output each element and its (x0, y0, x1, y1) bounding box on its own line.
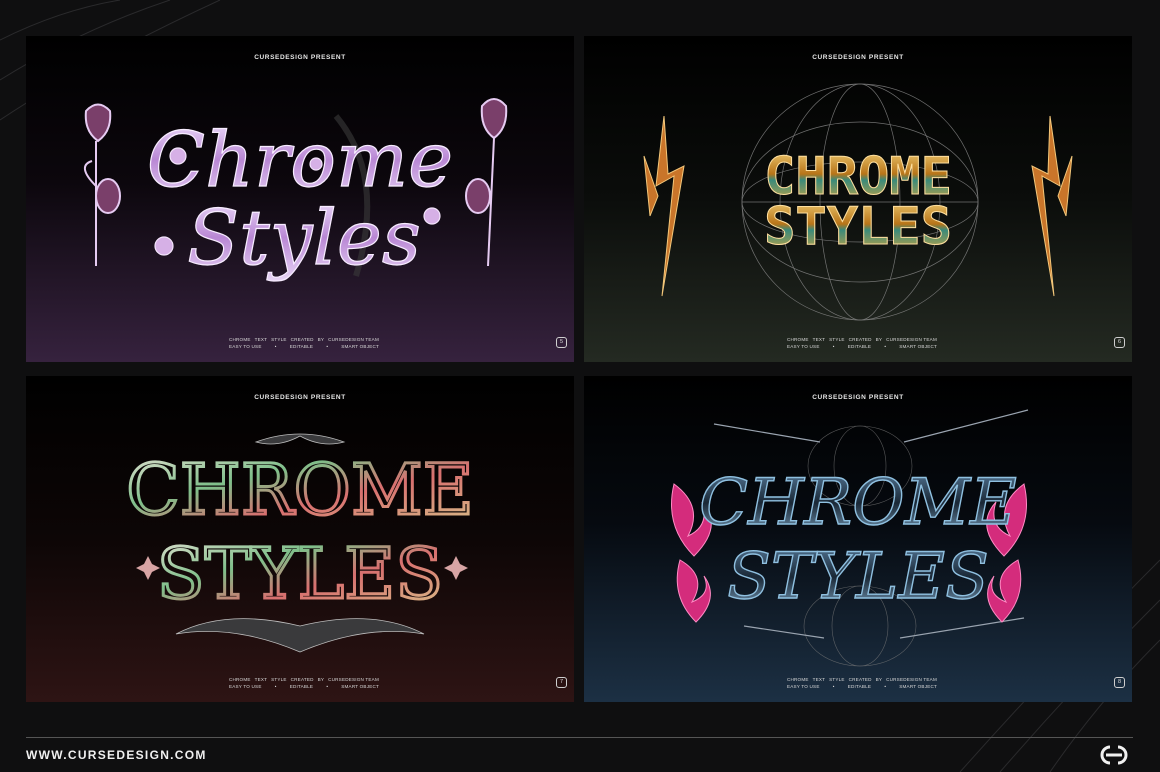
meta-word: CREATED (848, 677, 872, 682)
card-meta: CHROME TEXT STYLE CREATED BY CURSEDESIGN… (229, 676, 379, 690)
meta-bullet: • (832, 684, 835, 689)
meta-bullet: • (884, 684, 887, 689)
meta-bullet: • (326, 344, 329, 349)
title-line-1: CHROME (126, 449, 473, 531)
card-meta: CHROME TEXT STYLE CREATED BY CURSEDESIGN… (787, 336, 937, 350)
meta-word: CREATED (290, 337, 314, 342)
lightning-left-icon (643, 115, 685, 297)
card-meta: CHROME TEXT STYLE CREATED BY CURSEDESIGN… (229, 336, 379, 350)
preview-card-1: CURSEDESIGN PRESENT Chrome Styles CHROME… (26, 36, 574, 362)
card-number-badge: 8 (1114, 677, 1125, 688)
meta-bullet: • (274, 344, 277, 349)
meta-word: CHROME (229, 337, 251, 342)
meta-word: CURSEDESIGN TEAM (886, 337, 937, 342)
chrome-styles-tribal-artwork: CHROME STYLES (125, 433, 475, 653)
meta-word: BY (875, 677, 883, 682)
chrome-styles-globe-artwork: CHROME STYLES (643, 83, 1073, 321)
card-number-badge: 7 (556, 677, 567, 688)
meta-word: EDITABLE (289, 344, 314, 349)
meta-word: CURSEDESIGN TEAM (328, 677, 379, 682)
meta-word: EDITABLE (847, 344, 872, 349)
tribal-ornament-top-icon (254, 433, 346, 445)
title-line-2: STYLES (727, 540, 989, 614)
meta-bullet: • (274, 684, 277, 689)
meta-word: SMART OBJECT (899, 684, 937, 689)
meta-word: STYLE (271, 337, 287, 342)
meta-word: CREATED (290, 677, 314, 682)
footer-divider (26, 737, 1133, 738)
meta-word: BY (875, 337, 883, 342)
meta-word: TEXT (254, 677, 268, 682)
meta-word: EDITABLE (289, 684, 314, 689)
meta-word: SMART OBJECT (341, 344, 379, 349)
meta-word: CREATED (848, 337, 872, 342)
meta-word: CHROME (787, 337, 809, 342)
meta-bullet: • (884, 344, 887, 349)
meta-word: TEXT (812, 677, 826, 682)
footer-website-link[interactable]: WWW.CURSEDESIGN.COM (26, 748, 207, 762)
meta-bullet: • (832, 344, 835, 349)
meta-word: EDITABLE (847, 684, 872, 689)
cursedesign-logo-icon (1100, 745, 1128, 765)
flower-right-icon (465, 98, 508, 267)
preview-card-3: CURSEDESIGN PRESENT CHROME STYLES CHROME… (26, 376, 574, 702)
lightning-right-icon (1031, 115, 1073, 297)
meta-word: SMART OBJECT (899, 344, 937, 349)
meta-word: EASY TO USE (787, 684, 820, 689)
title-line-1: Chrome (147, 115, 453, 204)
meta-word: BY (317, 677, 325, 682)
meta-word: BY (317, 337, 325, 342)
card-number-badge: 6 (1114, 337, 1125, 348)
meta-word: STYLE (271, 677, 287, 682)
meta-word: CURSEDESIGN TEAM (886, 677, 937, 682)
card-meta: CHROME TEXT STYLE CREATED BY CURSEDESIGN… (787, 676, 937, 690)
meta-word: STYLE (829, 677, 845, 682)
chrome-styles-flame-artwork: CHROME STYLES (671, 409, 1029, 667)
title-line-2: STYLES (764, 197, 952, 257)
meta-bullet: • (326, 684, 329, 689)
meta-word: SMART OBJECT (341, 684, 379, 689)
meta-word: CHROME (787, 677, 809, 682)
meta-word: EASY TO USE (787, 344, 820, 349)
tribal-ornament-bottom-icon (175, 618, 425, 653)
meta-word: TEXT (254, 337, 268, 342)
flower-left-icon (84, 103, 121, 266)
title-line-2: Styles (187, 193, 421, 282)
title-line-1: CHROME (699, 466, 1017, 540)
chrome-styles-floral-artwork: Chrome Styles (84, 98, 508, 283)
card-number-badge: 5 (556, 337, 567, 348)
meta-word: CHROME (229, 677, 251, 682)
meta-word: STYLE (829, 337, 845, 342)
meta-word: EASY TO USE (229, 344, 262, 349)
title-line-2: STYLES (157, 533, 443, 615)
preview-card-4: CURSEDESIGN PRESENT CHROME STYLES CHROME (584, 376, 1132, 702)
meta-word: EASY TO USE (229, 684, 262, 689)
meta-word: TEXT (812, 337, 826, 342)
meta-word: CURSEDESIGN TEAM (328, 337, 379, 342)
preview-card-2: CURSEDESIGN PRESENT CHROME STYLES CHROME… (584, 36, 1132, 362)
